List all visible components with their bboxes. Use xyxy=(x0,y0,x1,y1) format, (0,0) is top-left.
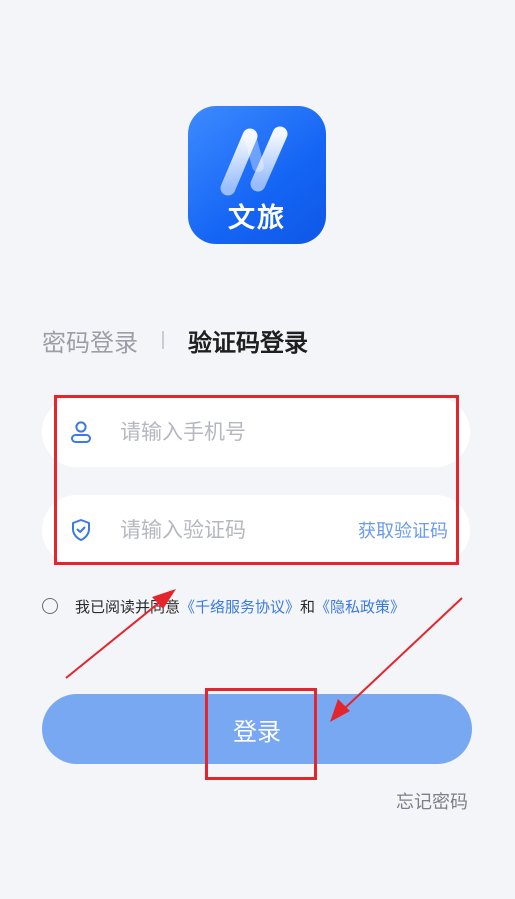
agreement-row: 我已阅读并同意 《千络服务协议》 和 《隐私政策》 xyxy=(42,594,405,618)
forgot-password-link[interactable]: 忘记密码 xyxy=(396,788,468,814)
tab-code-login[interactable]: 验证码登录 xyxy=(188,323,308,358)
login-page: 文旅 密码登录 验证码登录 获取验证码 我已阅读并同意 《千络服务协议》 和 《… xyxy=(0,0,515,899)
annotation-box-inputs xyxy=(54,395,459,565)
annotation-box-login xyxy=(205,688,317,780)
service-agreement-link[interactable]: 《千络服务协议》 xyxy=(180,596,300,617)
app-logo: 文旅 xyxy=(188,106,326,244)
login-tabs: 密码登录 验证码登录 xyxy=(42,322,308,358)
agreement-text: 我已阅读并同意 xyxy=(75,597,181,616)
agreement-and: 和 xyxy=(300,597,316,616)
logo-text: 文旅 xyxy=(228,203,286,234)
tab-divider xyxy=(162,331,164,349)
agreement-radio[interactable] xyxy=(42,598,58,614)
tab-password-login[interactable]: 密码登录 xyxy=(42,323,138,358)
privacy-policy-link[interactable]: 《隐私政策》 xyxy=(315,596,405,617)
